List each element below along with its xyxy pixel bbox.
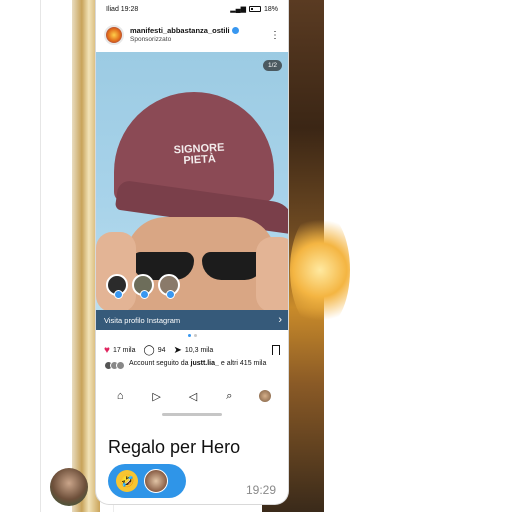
comment-action[interactable]: ◯ 94 <box>144 345 166 356</box>
tag-badge-icon <box>114 290 123 299</box>
chevron-right-icon[interactable]: › <box>278 314 282 326</box>
status-bar: Iliad 19:28 ▂▄▆ 18% <box>96 0 288 18</box>
shares-count: 10,3 mila <box>184 346 214 354</box>
profile-icon[interactable] <box>258 390 271 402</box>
share-icon[interactable]: ➤ <box>174 345 182 356</box>
tagged-avatar[interactable] <box>158 274 180 299</box>
comments-count: 94 <box>157 346 166 354</box>
tagged-avatar[interactable] <box>132 274 154 299</box>
post-header: manifesti_abbastanza_ostili Sponsorizzat… <box>96 18 288 52</box>
comment-icon[interactable]: ◯ <box>144 345 155 356</box>
like-action[interactable]: ♥ 17 mila <box>104 345 136 356</box>
search-icon[interactable]: ⌕ <box>222 389 236 403</box>
tagged-avatar[interactable] <box>106 274 128 299</box>
post-username[interactable]: manifesti_abbastanza_ostili <box>130 26 270 36</box>
home-icon[interactable]: ⌂ <box>113 389 127 403</box>
carousel-dot-active <box>187 333 191 337</box>
post-image[interactable]: 1/2 SIGNORE PIETÀ Visita profilo Instagr… <box>96 52 288 330</box>
likes-count: 17 mila <box>112 346 136 354</box>
followed-suffix: e altri 415 mila <box>218 360 267 367</box>
bottom-nav: ⌂ ▷ ◁ ⌕ <box>96 384 288 408</box>
reaction-emoji[interactable]: 🤣 <box>116 470 138 492</box>
battery-level: 18% <box>263 5 278 13</box>
carousel-dots <box>96 330 288 340</box>
more-icon[interactable]: ⋮ <box>270 30 280 41</box>
carrier-time: Iliad 19:28 <box>106 5 139 13</box>
battery-icon <box>248 6 261 12</box>
post-actions: ♥ 17 mila ◯ 94 ➤ 10,3 mila <box>96 340 288 360</box>
verified-icon <box>231 27 239 35</box>
signal-icon: ▂▄▆ <box>230 6 246 13</box>
home-indicator <box>96 408 288 420</box>
follower-avatars <box>104 361 125 370</box>
heart-icon[interactable]: ♥ <box>104 345 110 356</box>
followed-user[interactable]: justt.lia_ <box>191 360 219 367</box>
visit-profile-bar[interactable]: Visita profilo Instagram › <box>96 310 288 330</box>
tag-badge-icon <box>166 290 175 299</box>
post-author-avatar[interactable] <box>104 25 124 45</box>
reels-icon[interactable]: ▷ <box>150 389 164 403</box>
tag-badge-icon <box>140 290 149 299</box>
post-meta: manifesti_abbastanza_ostili Sponsorizzat… <box>130 26 270 43</box>
sponsored-label: Sponsorizzato <box>130 35 172 43</box>
share-action[interactable]: ➤ 10,3 mila <box>174 345 214 356</box>
left-hand-shape <box>96 232 136 312</box>
right-lens <box>202 252 264 280</box>
shared-screenshot[interactable]: Iliad 19:28 ▂▄▆ 18% manifesti_abbastanza… <box>95 0 289 505</box>
status-icons: ▂▄▆ 18% <box>230 5 278 14</box>
tagged-accounts[interactable] <box>106 274 180 299</box>
sender-avatar[interactable] <box>50 468 88 506</box>
cap-text: SIGNORE PIETÀ <box>173 142 225 168</box>
right-hand-shape <box>256 237 288 312</box>
reaction-pill[interactable]: 🤣 <box>108 464 186 498</box>
carousel-dot <box>193 333 197 337</box>
bookmark-icon[interactable] <box>272 345 280 356</box>
send-icon[interactable]: ◁ <box>186 389 200 403</box>
visit-profile-label[interactable]: Visita profilo Instagram <box>104 316 180 325</box>
reactor-avatar[interactable] <box>144 469 168 493</box>
message-timestamp: 19:29 <box>245 483 276 497</box>
followed-by-text: Account seguito da justt.lia_ e altri 41… <box>129 360 266 367</box>
image-counter: 1/2 <box>262 60 282 71</box>
followed-by-row[interactable]: Account seguito da justt.lia_ e altri 41… <box>96 360 288 384</box>
message-caption: Regalo per Hero <box>108 437 241 457</box>
background-glow <box>290 210 350 330</box>
followed-prefix: Account seguito da <box>129 360 191 367</box>
username-text[interactable]: manifesti_abbastanza_ostili <box>130 26 230 35</box>
